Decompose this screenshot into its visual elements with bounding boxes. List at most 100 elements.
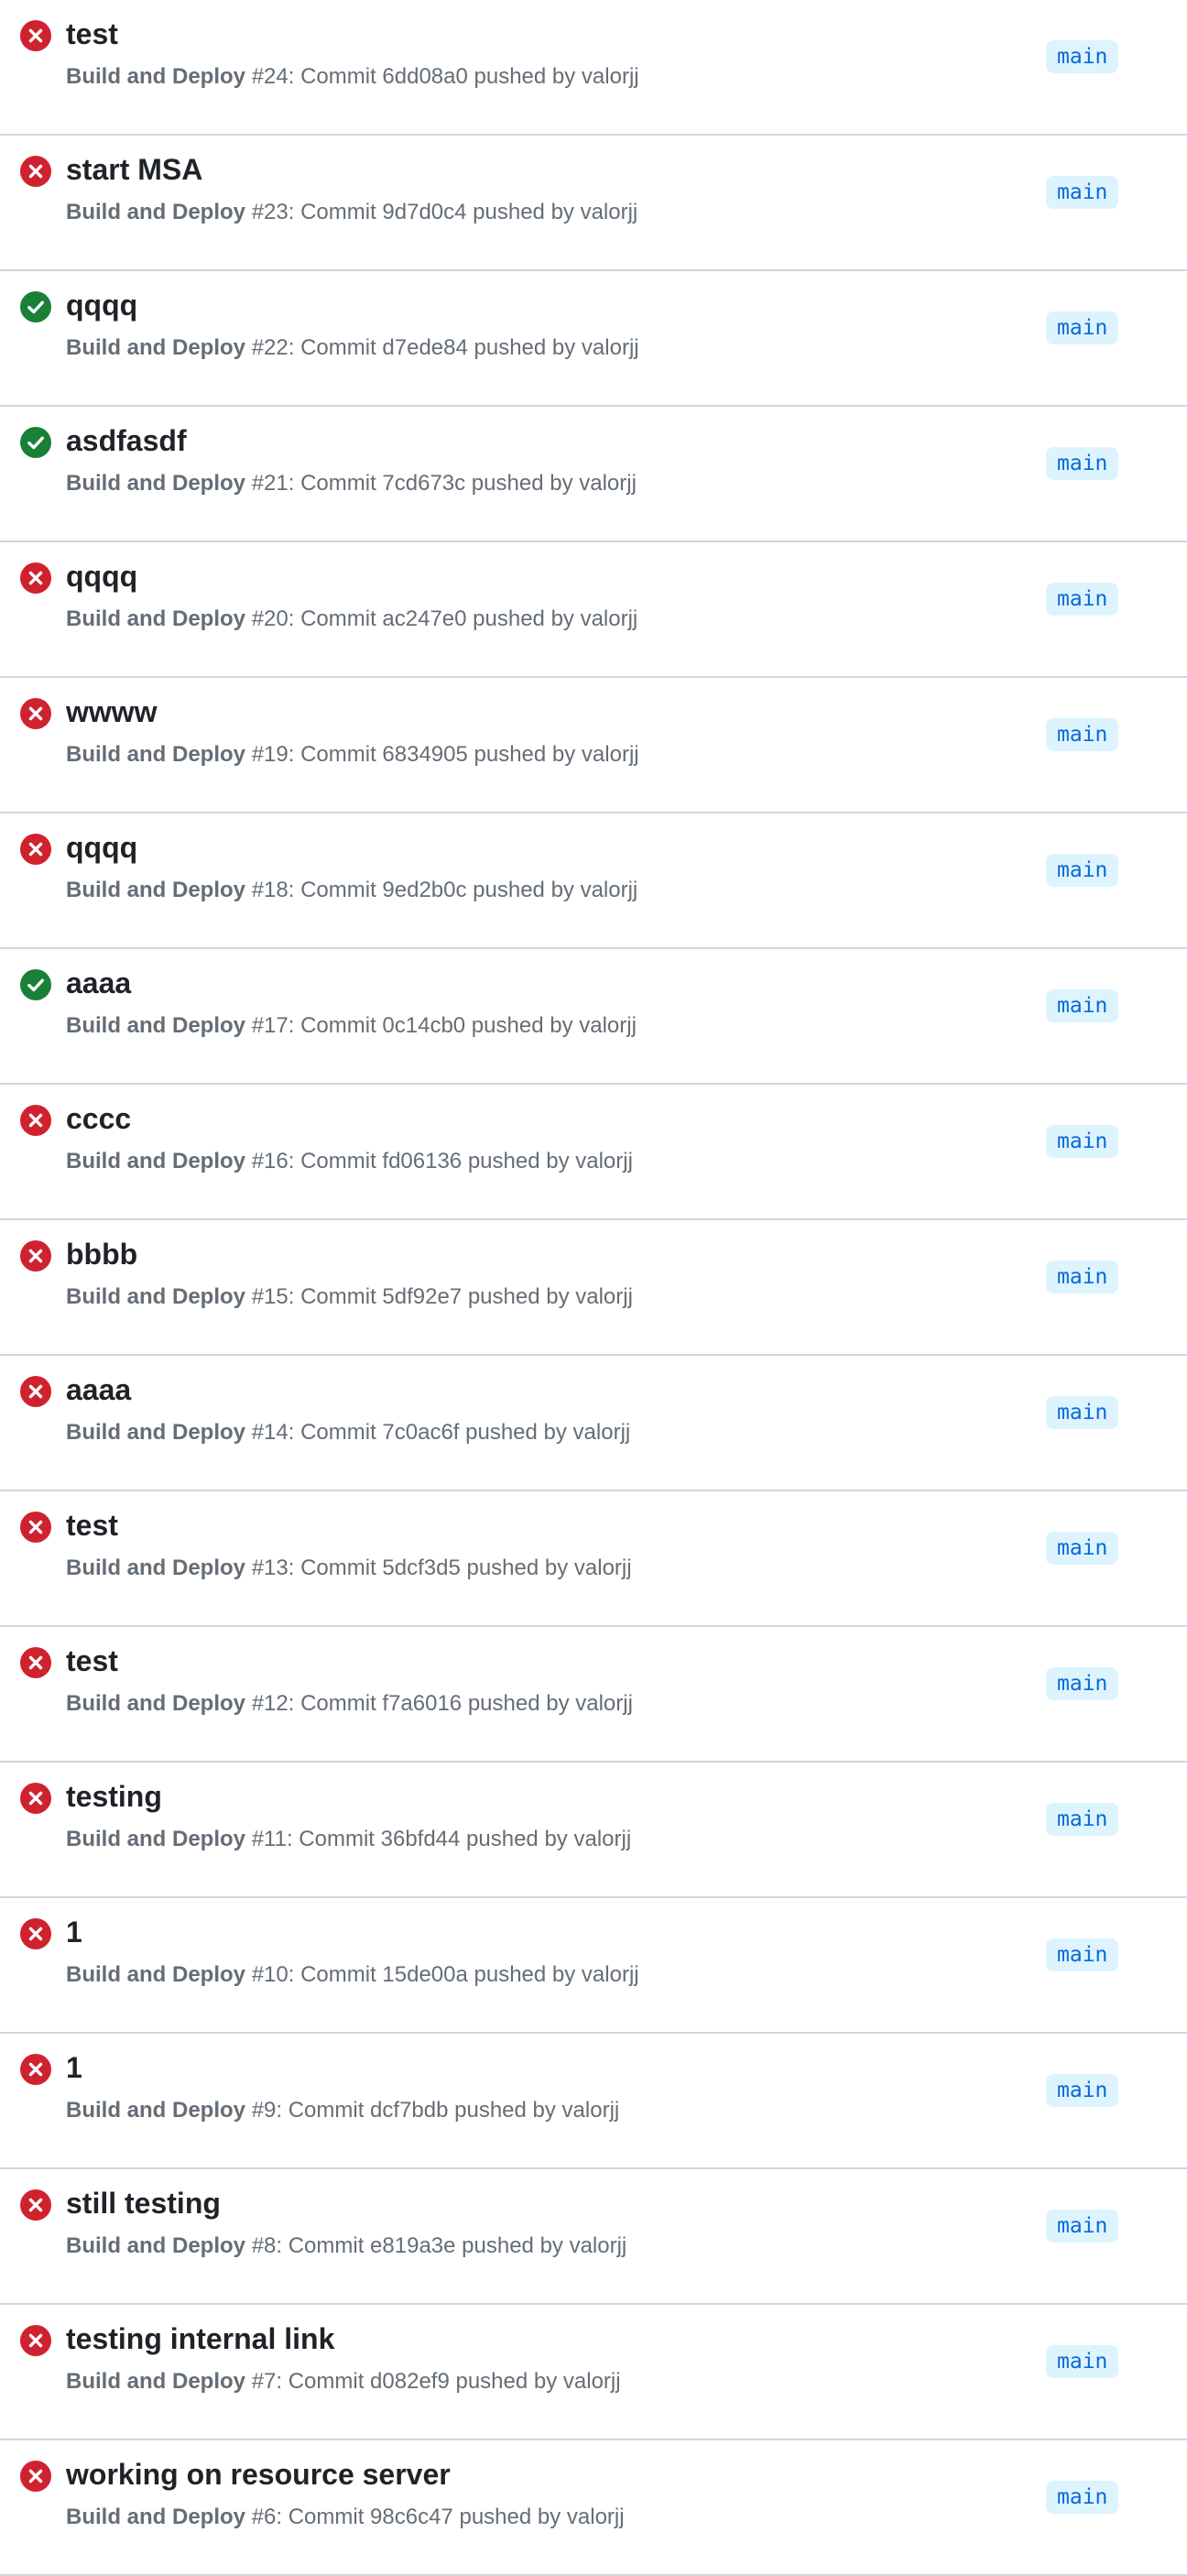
workflow-name: Build and Deploy — [66, 1284, 246, 1309]
run-detail: : Commit d082ef9 pushed by valorjj — [276, 2369, 621, 2394]
check-circle-icon — [20, 427, 51, 458]
workflow-run-row[interactable]: testing internal link Build and Deploy #… — [0, 2305, 1187, 2440]
run-meta: Build and Deploy #12: Commit f7a6016 pus… — [66, 1689, 633, 1719]
workflow-name: Build and Deploy — [66, 1827, 246, 1851]
x-circle-icon — [20, 834, 51, 865]
branch-badge[interactable]: main — [1046, 1125, 1119, 1158]
run-title[interactable]: start MSA — [66, 150, 202, 189]
workflow-run-row[interactable]: wwww Build and Deploy #19: Commit 683490… — [0, 678, 1187, 813]
workflow-run-row[interactable]: qqqq Build and Deploy #20: Commit ac247e… — [0, 542, 1187, 678]
x-circle-icon — [20, 1918, 51, 1949]
x-circle-icon — [20, 1240, 51, 1272]
run-title[interactable]: qqqq — [66, 286, 137, 324]
run-title[interactable]: cccc — [66, 1099, 131, 1138]
x-circle-icon — [20, 2054, 51, 2085]
run-title[interactable]: working on resource server — [66, 2455, 451, 2494]
workflow-run-row[interactable]: aaaa Build and Deploy #14: Commit 7c0ac6… — [0, 1356, 1187, 1491]
run-title[interactable]: bbbb — [66, 1235, 137, 1273]
run-number: #19 — [251, 742, 289, 767]
branch-badge[interactable]: main — [1046, 176, 1119, 209]
workflow-run-row[interactable]: test Build and Deploy #12: Commit f7a601… — [0, 1627, 1187, 1763]
run-number: #14 — [251, 1420, 289, 1445]
workflow-name: Build and Deploy — [66, 606, 246, 631]
x-circle-icon — [20, 156, 51, 187]
check-circle-icon — [20, 291, 51, 322]
x-circle-icon — [20, 1376, 51, 1407]
branch-badge[interactable]: main — [1046, 2345, 1119, 2378]
branch-badge[interactable]: main — [1046, 447, 1119, 480]
workflow-run-row[interactable]: aaaa Build and Deploy #17: Commit 0c14cb… — [0, 949, 1187, 1085]
x-circle-icon — [20, 1783, 51, 1814]
run-title[interactable]: testing internal link — [66, 2319, 334, 2358]
check-circle-icon — [20, 427, 51, 458]
x-circle-icon — [20, 1512, 51, 1543]
workflow-run-row[interactable]: asdfasdf Build and Deploy #21: Commit 7c… — [0, 407, 1187, 542]
branch-badge[interactable]: main — [1046, 2481, 1119, 2514]
workflow-run-row[interactable]: start MSA Build and Deploy #23: Commit 9… — [0, 136, 1187, 271]
run-meta: Build and Deploy #14: Commit 7c0ac6f pus… — [66, 1418, 630, 1447]
x-circle-icon — [20, 1105, 51, 1136]
branch-badge[interactable]: main — [1046, 1667, 1119, 1700]
run-title[interactable]: 1 — [66, 1913, 82, 1951]
check-circle-icon — [20, 969, 51, 1000]
workflow-run-row[interactable]: qqqq Build and Deploy #22: Commit d7ede8… — [0, 271, 1187, 407]
branch-badge[interactable]: main — [1046, 1803, 1119, 1836]
run-number: #20 — [251, 606, 289, 631]
x-circle-icon — [20, 698, 51, 729]
run-detail: : Commit 0c14cb0 pushed by valorjj — [288, 1013, 637, 1038]
workflow-name: Build and Deploy — [66, 2098, 246, 2123]
workflow-name: Build and Deploy — [66, 64, 246, 89]
workflow-run-row[interactable]: test Build and Deploy #13: Commit 5dcf3d… — [0, 1491, 1187, 1627]
run-number: #10 — [251, 1962, 289, 1987]
branch-badge[interactable]: main — [1046, 1938, 1119, 1971]
run-title[interactable]: test — [66, 15, 118, 53]
run-number: #13 — [251, 1555, 289, 1580]
workflow-run-row[interactable]: 1 Build and Deploy #9: Commit dcf7bdb pu… — [0, 2034, 1187, 2169]
run-title[interactable]: testing — [66, 1777, 162, 1816]
workflow-run-row[interactable]: working on resource server Build and Dep… — [0, 2440, 1187, 2576]
workflow-run-row[interactable]: 1 Build and Deploy #10: Commit 15de00a p… — [0, 1898, 1187, 2034]
workflow-run-row[interactable]: test Build and Deploy #24: Commit 6dd08a… — [0, 0, 1187, 136]
run-detail: : Commit f7a6016 pushed by valorjj — [288, 1691, 633, 1716]
run-number: #8 — [251, 2233, 277, 2258]
workflow-name: Build and Deploy — [66, 878, 246, 902]
workflow-run-list: test Build and Deploy #24: Commit 6dd08a… — [0, 0, 1187, 2576]
run-title[interactable]: aaaa — [66, 964, 131, 1002]
run-detail: : Commit e819a3e pushed by valorjj — [276, 2233, 627, 2258]
branch-badge[interactable]: main — [1046, 1261, 1119, 1293]
run-title[interactable]: 1 — [66, 2048, 82, 2087]
run-title[interactable]: still testing — [66, 2184, 221, 2222]
branch-badge[interactable]: main — [1046, 40, 1119, 73]
x-circle-icon — [20, 2189, 51, 2221]
run-title[interactable]: qqqq — [66, 828, 137, 867]
branch-badge[interactable]: main — [1046, 1396, 1119, 1429]
run-meta: Build and Deploy #19: Commit 6834905 pus… — [66, 740, 639, 770]
run-detail: : Commit d7ede84 pushed by valorjj — [288, 335, 639, 360]
workflow-run-row[interactable]: cccc Build and Deploy #16: Commit fd0613… — [0, 1085, 1187, 1220]
branch-badge[interactable]: main — [1046, 2210, 1119, 2243]
run-title[interactable]: qqqq — [66, 557, 137, 595]
run-meta: Build and Deploy #20: Commit ac247e0 pus… — [66, 605, 637, 634]
workflow-run-row[interactable]: bbbb Build and Deploy #15: Commit 5df92e… — [0, 1220, 1187, 1356]
branch-badge[interactable]: main — [1046, 2074, 1119, 2107]
workflow-name: Build and Deploy — [66, 2233, 246, 2258]
x-circle-icon — [20, 1376, 51, 1407]
run-title[interactable]: wwww — [66, 693, 158, 731]
x-circle-icon — [20, 20, 51, 51]
run-detail: : Commit dcf7bdb pushed by valorjj — [276, 2098, 620, 2123]
workflow-run-row[interactable]: testing Build and Deploy #11: Commit 36b… — [0, 1763, 1187, 1898]
run-meta: Build and Deploy #13: Commit 5dcf3d5 pus… — [66, 1554, 632, 1583]
branch-badge[interactable]: main — [1046, 583, 1119, 616]
branch-badge[interactable]: main — [1046, 989, 1119, 1022]
branch-badge[interactable]: main — [1046, 854, 1119, 887]
run-title[interactable]: test — [66, 1506, 118, 1545]
run-title[interactable]: test — [66, 1642, 118, 1680]
workflow-run-row[interactable]: qqqq Build and Deploy #18: Commit 9ed2b0… — [0, 813, 1187, 949]
branch-badge[interactable]: main — [1046, 1532, 1119, 1565]
branch-badge[interactable]: main — [1046, 311, 1119, 344]
run-meta: Build and Deploy #9: Commit dcf7bdb push… — [66, 2096, 619, 2125]
run-title[interactable]: aaaa — [66, 1370, 131, 1409]
run-title[interactable]: asdfasdf — [66, 421, 187, 460]
workflow-run-row[interactable]: still testing Build and Deploy #8: Commi… — [0, 2169, 1187, 2305]
branch-badge[interactable]: main — [1046, 718, 1119, 751]
